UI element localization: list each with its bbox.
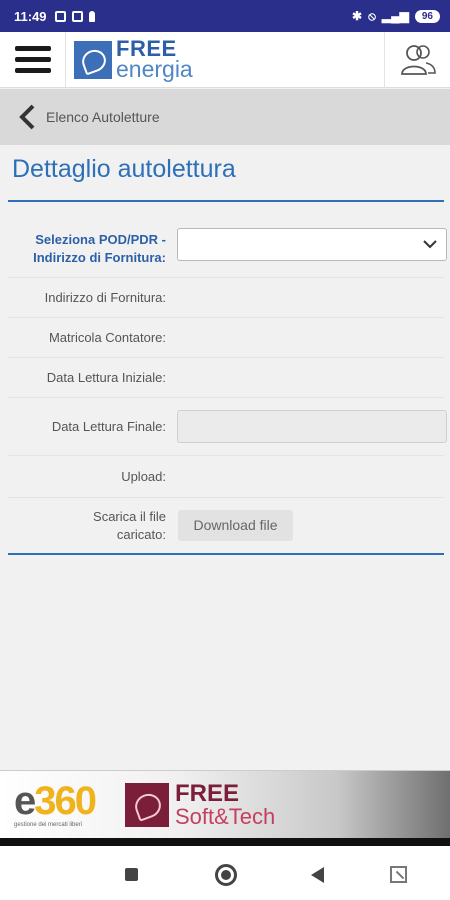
e360-letter: e bbox=[14, 779, 36, 823]
home-icon[interactable] bbox=[215, 864, 237, 886]
free-energia-logo: FREE energia bbox=[74, 32, 193, 88]
hamburger-icon[interactable] bbox=[0, 31, 66, 88]
back-icon[interactable] bbox=[311, 867, 324, 883]
butterfly-logo-icon bbox=[125, 782, 169, 827]
silent-icon: ⦸ bbox=[368, 8, 376, 23]
pod-select[interactable] bbox=[177, 228, 447, 261]
free-softtech-logo: FREE Soft&Tech bbox=[125, 779, 276, 829]
download-file-button[interactable]: Download file bbox=[178, 510, 293, 541]
system-navbar bbox=[0, 846, 450, 900]
app-header: FREE energia bbox=[0, 31, 450, 88]
data-finale-input[interactable] bbox=[177, 410, 447, 443]
status-time: 11:49 bbox=[14, 8, 47, 24]
battery-badge: 96 bbox=[414, 9, 440, 23]
screen-expand-icon[interactable] bbox=[390, 866, 407, 883]
pod-label: Seleziona POD/PDR - Indirizzo di Fornitu… bbox=[8, 231, 166, 267]
data-iniziale-row: Data Lettura Iniziale: bbox=[8, 358, 444, 398]
indirizzo-row: Indirizzo di Fornitura: bbox=[8, 278, 444, 318]
fst-line2: Soft&Tech bbox=[175, 803, 276, 829]
page-title: Dettaglio autolettura bbox=[12, 155, 236, 183]
scarica-label-line2: caricato: bbox=[116, 527, 166, 542]
title-divider bbox=[8, 200, 444, 202]
data-iniziale-label: Data Lettura Iniziale: bbox=[46, 370, 166, 385]
pod-label-line2: Indirizzo di Fornitura: bbox=[33, 250, 166, 265]
person-icon bbox=[88, 10, 95, 22]
bluetooth-icon: ✱ bbox=[352, 9, 363, 23]
logo-line2: energia bbox=[116, 56, 193, 82]
indirizzo-label: Indirizzo di Fornitura: bbox=[44, 290, 166, 305]
e360-logo: e360 gestione dei mercati liberi bbox=[14, 779, 97, 828]
e360-number: 360 bbox=[34, 779, 97, 823]
upload-row: Upload: bbox=[8, 456, 444, 498]
butterfly-logo-icon bbox=[74, 40, 112, 79]
chevron-left-icon[interactable] bbox=[18, 103, 38, 131]
fst-line1: FREE bbox=[175, 779, 240, 807]
breadcrumb[interactable]: Elenco Autoletture bbox=[0, 89, 450, 145]
scarica-label: Scarica il file caricato: bbox=[8, 508, 166, 544]
form-bottom-divider bbox=[8, 553, 444, 555]
qr-icon bbox=[71, 10, 83, 22]
status-bar: 11:49 ✱ ⦸ ▂▄▆ 96 bbox=[0, 0, 450, 32]
recents-icon[interactable] bbox=[125, 868, 138, 881]
data-finale-row: Data Lettura Finale: bbox=[8, 410, 447, 456]
notification-icons bbox=[54, 10, 95, 22]
matricola-row: Matricola Contatore: bbox=[8, 318, 444, 358]
chevron-down-icon bbox=[422, 237, 438, 256]
sponsor-banner: e360 gestione dei mercati liberi FREE So… bbox=[0, 770, 450, 838]
users-icon[interactable] bbox=[384, 31, 450, 88]
scarica-row: Scarica il file caricato: Download file bbox=[8, 508, 444, 550]
matricola-label: Matricola Contatore: bbox=[48, 330, 166, 345]
breadcrumb-label[interactable]: Elenco Autoletture bbox=[46, 109, 160, 125]
signal-icon: ▂▄▆ bbox=[381, 9, 409, 23]
pod-label-line1: Seleziona POD/PDR - bbox=[35, 232, 166, 247]
system-icons: ✱ ⦸ ▂▄▆ 96 bbox=[352, 9, 440, 24]
notification-icon bbox=[54, 10, 66, 22]
e360-tagline: gestione dei mercati liberi bbox=[14, 822, 83, 828]
upload-label: Upload: bbox=[121, 469, 166, 484]
data-finale-label: Data Lettura Finale: bbox=[51, 419, 166, 434]
scarica-label-line1: Scarica il file bbox=[93, 509, 166, 524]
banner-divider bbox=[0, 838, 450, 846]
pod-row: Seleziona POD/PDR - Indirizzo di Fornitu… bbox=[8, 228, 447, 278]
